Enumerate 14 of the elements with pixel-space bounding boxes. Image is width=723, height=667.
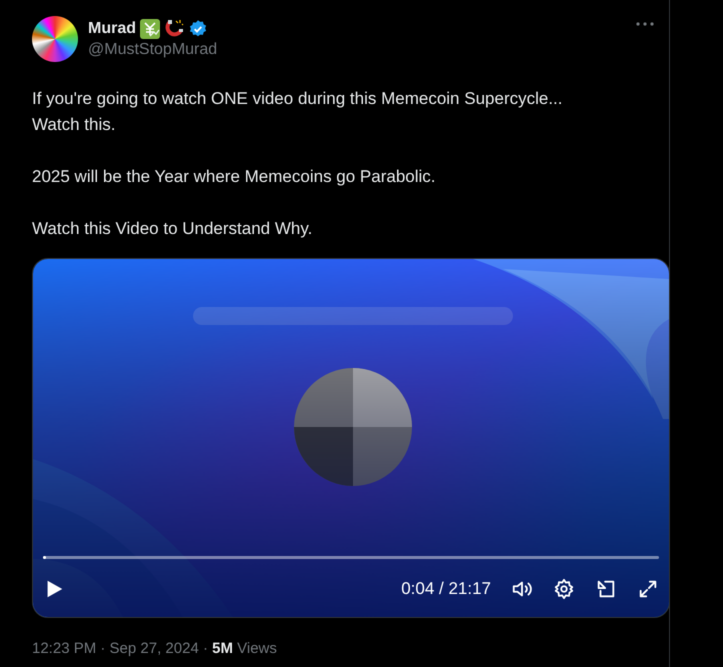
- avatar[interactable]: [32, 16, 78, 62]
- fullscreen-icon[interactable]: [637, 578, 659, 600]
- display-name[interactable]: Murad: [88, 20, 136, 38]
- tweet-meta: 12:23 PM · Sep 27, 2024 · 5M Views: [32, 640, 278, 657]
- tweet-text: 2025 will be the Year where Memecoins go Parabolic.: [32, 166, 437, 188]
- tweet-text: If you're going to watch ONE video during this Memecoin Supercycle... Watch this.: [32, 88, 564, 136]
- magnet-icon: [164, 19, 184, 39]
- user-handle[interactable]: @MustStopMurad: [88, 41, 218, 59]
- tweet-text: Watch this Video to Understand Why.: [32, 218, 314, 240]
- settings-icon[interactable]: [553, 578, 575, 600]
- video-time: 0:04 / 21:17: [401, 579, 491, 599]
- dock-icon[interactable]: [595, 578, 617, 600]
- more-icon[interactable]: [635, 20, 655, 28]
- chart-icon: [140, 19, 160, 39]
